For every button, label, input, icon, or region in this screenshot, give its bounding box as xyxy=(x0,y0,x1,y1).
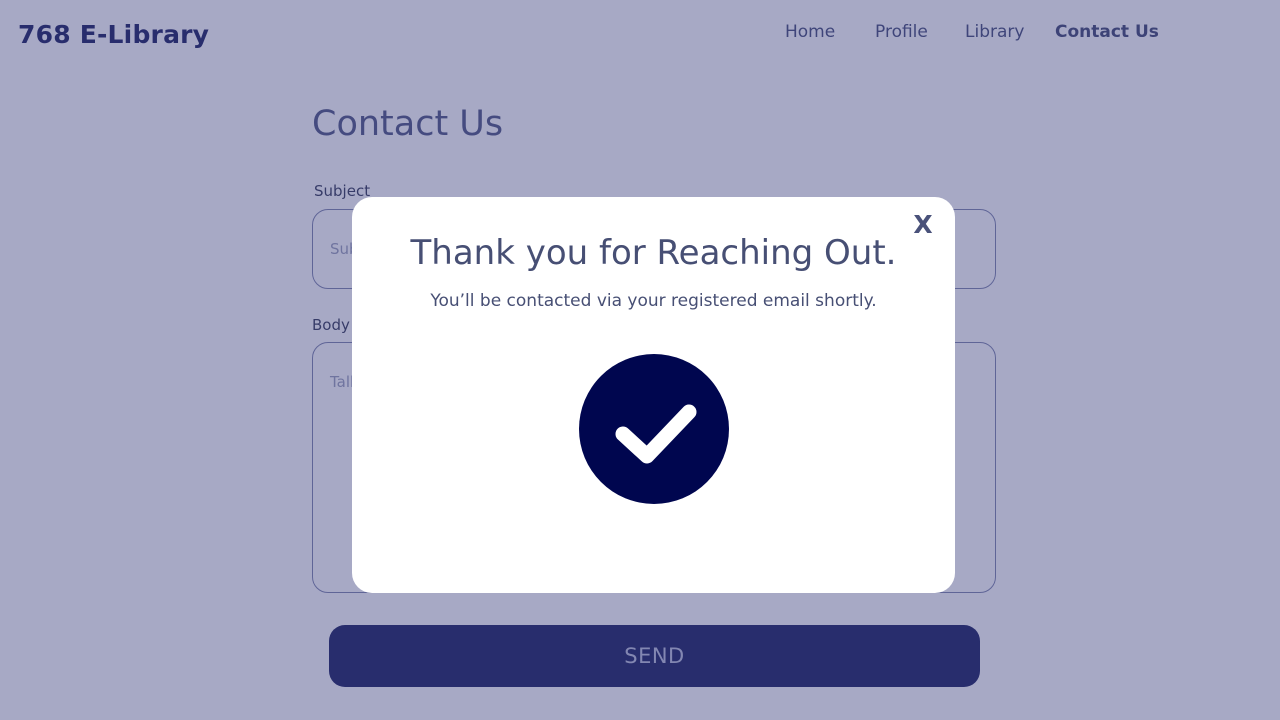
modal-title: Thank you for Reaching Out. xyxy=(410,233,897,273)
confirmation-modal: X Thank you for Reaching Out. You’ll be … xyxy=(352,197,955,593)
modal-subtitle: You’ll be contacted via your registered … xyxy=(430,291,877,311)
checkmark-circle-icon xyxy=(579,354,729,504)
